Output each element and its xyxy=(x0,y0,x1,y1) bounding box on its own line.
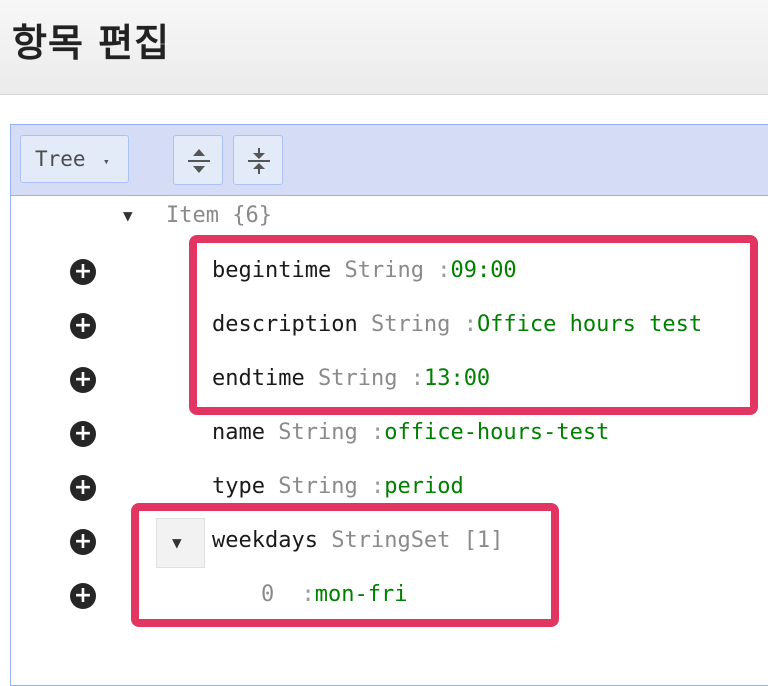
field-value[interactable]: period xyxy=(384,474,463,499)
page-title: 항목 편집 xyxy=(12,21,171,65)
collapse-all-icon xyxy=(248,148,270,174)
tree-root-row: Item {6} xyxy=(166,201,272,231)
add-field-button[interactable]: + xyxy=(70,529,96,555)
add-field-button[interactable]: + xyxy=(70,421,96,447)
expand-all-button[interactable] xyxy=(173,135,223,185)
add-field-button[interactable]: + xyxy=(70,367,96,393)
field-value[interactable]: office-hours-test xyxy=(384,420,609,445)
field-colon: : xyxy=(370,474,385,499)
highlight-box-time-fields xyxy=(189,235,758,415)
field-type: String xyxy=(278,474,358,499)
add-field-button[interactable]: + xyxy=(70,475,96,501)
caret-down-icon: ▾ xyxy=(103,155,110,168)
tree-row-type[interactable]: type String :period xyxy=(212,472,464,502)
collapse-root-arrow-icon[interactable]: ▼ xyxy=(123,206,133,225)
add-field-button[interactable]: + xyxy=(70,583,96,609)
collapse-all-button[interactable] xyxy=(233,135,283,185)
field-key[interactable]: type xyxy=(212,474,265,499)
field-key[interactable]: name xyxy=(212,420,265,445)
tree-row-name[interactable]: name String :office-hours-test xyxy=(212,418,609,448)
mode-label: Tree xyxy=(35,147,86,171)
add-field-button[interactable]: + xyxy=(70,259,96,285)
editor-menubar: Tree ▾ xyxy=(11,125,768,196)
root-label: Item {6} xyxy=(166,203,272,228)
add-field-button[interactable]: + xyxy=(70,313,96,339)
highlight-box-weekdays xyxy=(131,503,559,627)
field-type: String xyxy=(278,420,358,445)
mode-select-button[interactable]: Tree ▾ xyxy=(20,135,129,183)
expand-all-icon xyxy=(188,149,210,173)
field-colon: : xyxy=(370,420,385,445)
header-bar: 항목 편집 xyxy=(0,0,768,95)
